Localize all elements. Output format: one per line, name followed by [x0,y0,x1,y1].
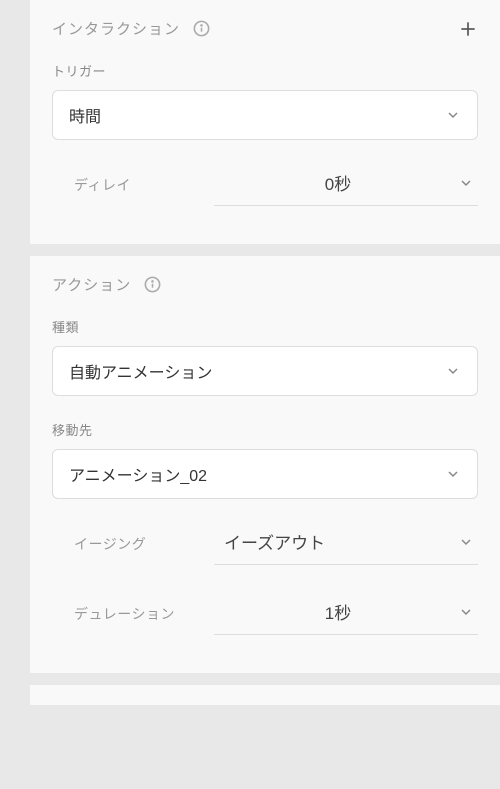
destination-field: 移動先 アニメーション_02 [52,420,478,499]
interaction-panel: インタラクション トリガー 時間 [30,0,500,244]
easing-value: イーズアウト [218,529,458,554]
delay-label: ディレイ [74,175,204,195]
chevron-down-icon [458,604,474,620]
action-header: アクション [52,274,478,295]
easing-field: イージング イーズアウト [52,523,478,565]
duration-label: デュレーション [74,604,204,624]
chevron-down-icon [445,466,461,482]
destination-label: 移動先 [52,420,478,439]
chevron-down-icon [458,534,474,550]
duration-field: デュレーション 1秒 [52,593,478,635]
type-field: 種類 自動アニメーション [52,317,478,396]
duration-select[interactable]: 1秒 [214,593,478,635]
trigger-label: トリガー [52,61,478,80]
chevron-down-icon [445,363,461,379]
delay-field: ディレイ 0秒 [52,164,478,206]
destination-value: アニメーション_02 [69,462,207,486]
info-icon[interactable] [143,275,162,294]
panel-stub [30,685,500,705]
type-value: 自動アニメーション [69,359,212,383]
add-interaction-button[interactable] [458,19,478,39]
interaction-title: インタラクション [52,18,180,39]
type-select[interactable]: 自動アニメーション [52,346,478,396]
delay-value: 0秒 [218,170,458,195]
chevron-down-icon [445,107,461,123]
duration-value: 1秒 [218,599,458,624]
chevron-down-icon [458,175,474,191]
action-title: アクション [52,274,131,295]
destination-select[interactable]: アニメーション_02 [52,449,478,499]
easing-select[interactable]: イーズアウト [214,523,478,565]
delay-select[interactable]: 0秒 [214,164,478,206]
type-label: 種類 [52,317,478,336]
interaction-header-left: インタラクション [52,18,211,39]
action-panel: アクション 種類 自動アニメーション [30,256,500,673]
trigger-value: 時間 [69,103,101,127]
info-icon[interactable] [192,19,211,38]
trigger-field: トリガー 時間 [52,61,478,140]
easing-label: イージング [74,534,204,554]
trigger-select[interactable]: 時間 [52,90,478,140]
action-header-left: アクション [52,274,162,295]
interaction-header: インタラクション [52,18,478,39]
